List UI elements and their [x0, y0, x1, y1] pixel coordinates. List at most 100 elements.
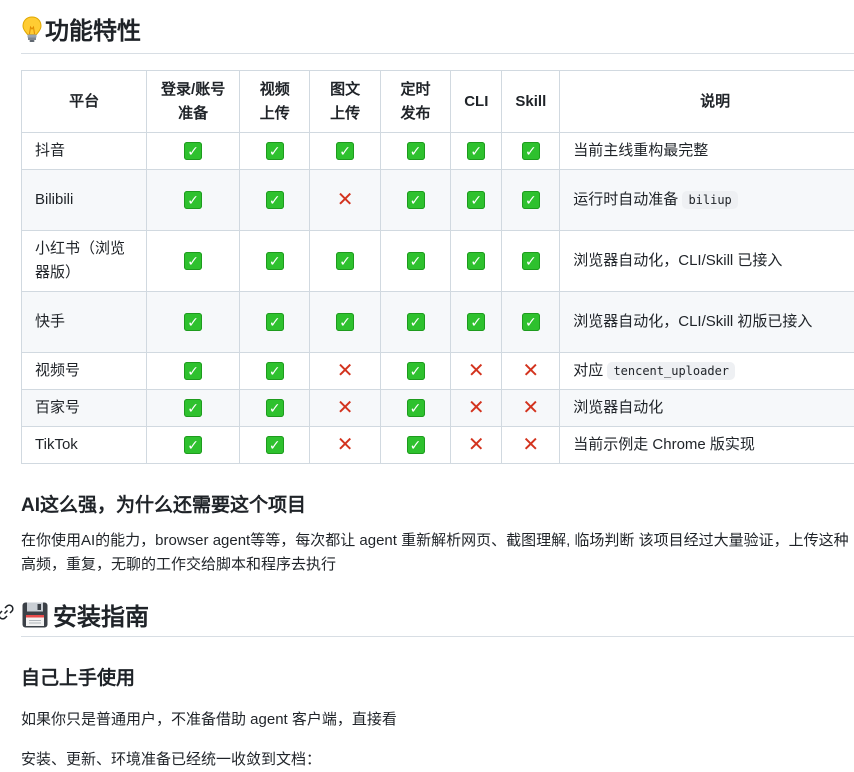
platform-cell: 视频号 — [22, 353, 147, 390]
column-header-description: 说明 — [560, 71, 854, 133]
description-cell: 浏览器自动化，CLI/Skill 已接入 — [560, 231, 854, 292]
check-mark-icon: ✓ — [522, 191, 540, 209]
check-mark-icon: ✓ — [407, 362, 425, 380]
install-heading: 安装指南 — [21, 593, 854, 637]
check-mark-icon: ✓ — [407, 142, 425, 160]
description-cell: 对应 tencent_uploader — [560, 353, 854, 390]
support-cell: ✓ — [502, 133, 560, 170]
support-cell: ✕ — [451, 353, 502, 390]
check-mark-icon: ✓ — [407, 191, 425, 209]
support-cell: ✕ — [502, 390, 560, 427]
check-mark-icon: ✓ — [336, 252, 354, 270]
support-cell: ✓ — [240, 353, 310, 390]
cross-mark-icon: ✕ — [467, 436, 485, 454]
support-cell: ✓ — [502, 170, 560, 231]
check-mark-icon: ✓ — [407, 252, 425, 270]
check-mark-icon: ✓ — [266, 252, 284, 270]
support-cell: ✓ — [380, 133, 450, 170]
install-doc-paragraph: 安装、更新、环境准备已经统一收敛到文档： — [21, 748, 854, 772]
check-mark-icon: ✓ — [184, 252, 202, 270]
support-cell: ✕ — [310, 170, 380, 231]
support-cell: ✓ — [147, 231, 240, 292]
check-mark-icon: ✓ — [467, 142, 485, 160]
table-row: Bilibili✓✓✕✓✓✓运行时自动准备 biliup — [22, 170, 854, 231]
check-mark-icon: ✓ — [184, 313, 202, 331]
check-mark-icon: ✓ — [184, 142, 202, 160]
check-mark-icon: ✓ — [336, 313, 354, 331]
platform-cell: 快手 — [22, 292, 147, 353]
support-cell: ✓ — [147, 353, 240, 390]
support-cell: ✓ — [380, 427, 450, 464]
check-mark-icon: ✓ — [266, 362, 284, 380]
table-row: 抖音✓✓✓✓✓✓当前主线重构最完整 — [22, 133, 854, 170]
check-mark-icon: ✓ — [184, 399, 202, 417]
support-cell: ✓ — [310, 292, 380, 353]
support-cell: ✕ — [451, 390, 502, 427]
readme-content: 功能特性 平台 登录/账号准备 视频上传 图文上传 定时发布 CLI Skill… — [21, 0, 854, 772]
support-cell: ✓ — [502, 231, 560, 292]
column-header-scheduled: 定时发布 — [380, 71, 450, 133]
table-row: 快手✓✓✓✓✓✓浏览器自动化，CLI/Skill 初版已接入 — [22, 292, 854, 353]
inline-code: tencent_uploader — [607, 362, 735, 380]
description-text: 运行时自动准备 — [573, 191, 678, 208]
column-header-login: 登录/账号准备 — [147, 71, 240, 133]
table-row: 视频号✓✓✕✓✕✕对应 tencent_uploader — [22, 353, 854, 390]
support-cell: ✓ — [380, 170, 450, 231]
support-cell: ✓ — [451, 292, 502, 353]
ai-section-heading: AI这么强，为什么还需要这个项目 — [21, 490, 854, 517]
cross-mark-icon: ✕ — [336, 191, 354, 209]
column-header-video-upload: 视频上传 — [240, 71, 310, 133]
support-cell: ✕ — [310, 390, 380, 427]
check-mark-icon: ✓ — [467, 252, 485, 270]
support-cell: ✓ — [240, 170, 310, 231]
check-mark-icon: ✓ — [266, 191, 284, 209]
support-cell: ✓ — [310, 133, 380, 170]
link-icon[interactable] — [0, 603, 15, 621]
support-cell: ✕ — [502, 353, 560, 390]
features-title: 功能特性 — [45, 11, 141, 46]
floppy-disk-icon — [21, 601, 49, 629]
platform-cell: 抖音 — [22, 133, 147, 170]
support-cell: ✕ — [310, 353, 380, 390]
support-cell: ✕ — [451, 427, 502, 464]
description-cell: 当前示例走 Chrome 版实现 — [560, 427, 854, 464]
check-mark-icon: ✓ — [407, 313, 425, 331]
support-cell: ✓ — [310, 231, 380, 292]
check-mark-icon: ✓ — [407, 436, 425, 454]
support-cell: ✓ — [147, 427, 240, 464]
platform-cell: TikTok — [22, 427, 147, 464]
features-heading: 功能特性 — [21, 0, 854, 54]
lightbulb-icon — [21, 15, 43, 43]
support-cell: ✕ — [502, 427, 560, 464]
cross-mark-icon: ✕ — [336, 399, 354, 417]
description-text: 浏览器自动化，CLI/Skill 初版已接入 — [573, 313, 812, 330]
cross-mark-icon: ✕ — [522, 436, 540, 454]
cross-mark-icon: ✕ — [522, 362, 540, 380]
platform-cell: 小红书（浏览器版） — [22, 231, 147, 292]
support-cell: ✓ — [502, 292, 560, 353]
cross-mark-icon: ✕ — [336, 362, 354, 380]
check-mark-icon: ✓ — [407, 399, 425, 417]
table-header-row: 平台 登录/账号准备 视频上传 图文上传 定时发布 CLI Skill 说明 — [22, 71, 854, 133]
support-cell: ✓ — [147, 170, 240, 231]
support-cell: ✓ — [451, 133, 502, 170]
support-cell: ✓ — [147, 133, 240, 170]
description-text: 当前主线重构最完整 — [573, 142, 708, 159]
check-mark-icon: ✓ — [467, 313, 485, 331]
inline-code: biliup — [682, 191, 737, 209]
cross-mark-icon: ✕ — [467, 399, 485, 417]
support-cell: ✓ — [240, 231, 310, 292]
description-text: 浏览器自动化，CLI/Skill 已接入 — [573, 252, 782, 269]
check-mark-icon: ✓ — [522, 252, 540, 270]
check-mark-icon: ✓ — [184, 436, 202, 454]
table-row: 百家号✓✓✕✓✕✕浏览器自动化 — [22, 390, 854, 427]
support-cell: ✓ — [380, 353, 450, 390]
support-cell: ✓ — [451, 231, 502, 292]
check-mark-icon: ✓ — [336, 142, 354, 160]
table-row: 小红书（浏览器版） ✓ ✓ ✓ ✓ ✓ ✓ 浏览器自动化，CLI/Skill 已接入 — [22, 231, 854, 292]
table-row: TikTok✓✓✕✓✕✕当前示例走 Chrome 版实现 — [22, 427, 854, 464]
description-text: 浏览器自动化 — [573, 399, 663, 416]
check-mark-icon: ✓ — [467, 191, 485, 209]
cross-mark-icon: ✕ — [336, 436, 354, 454]
self-use-paragraph: 如果你只是普通用户，不准备借助 agent 客户端，直接看 — [21, 708, 854, 732]
